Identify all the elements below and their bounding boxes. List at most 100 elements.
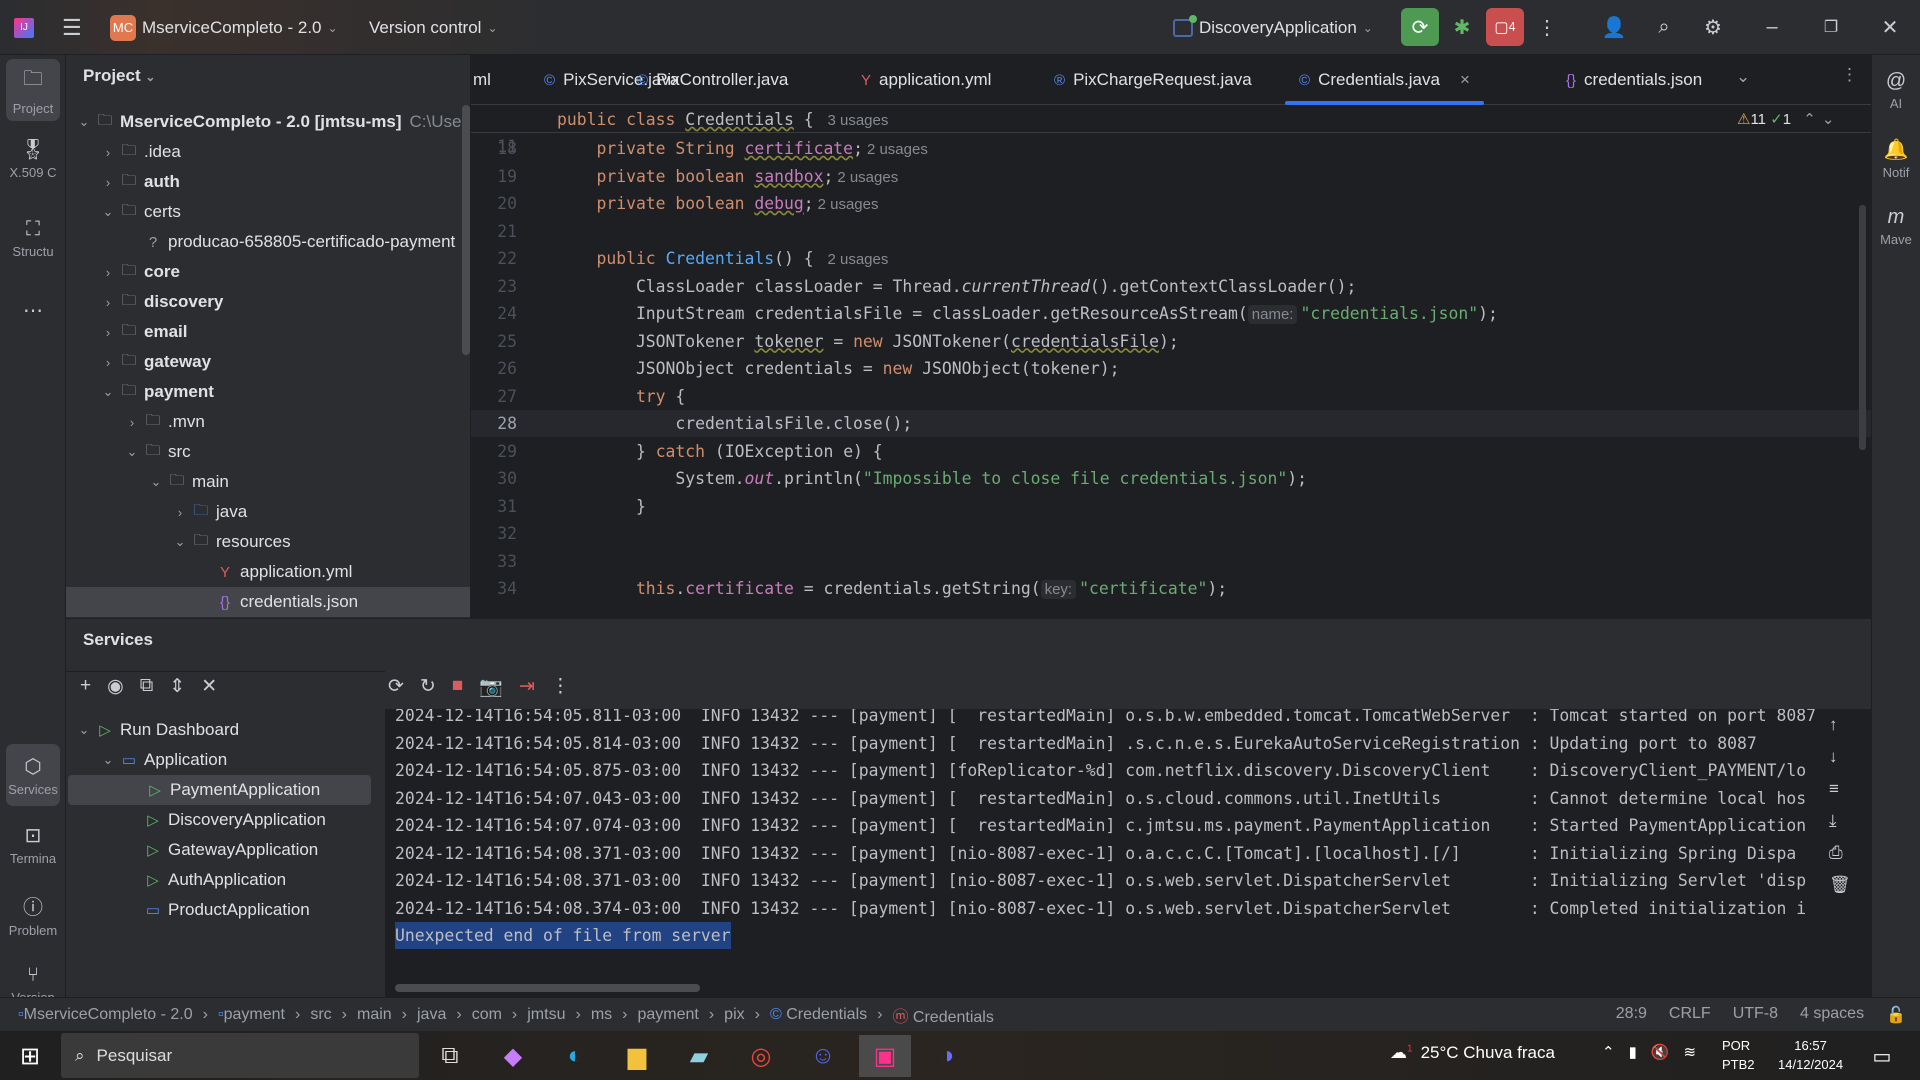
tool-problems-button[interactable]: ⓘ Problem bbox=[6, 883, 60, 945]
breadcrumb-item[interactable]: © Credentials bbox=[770, 1006, 867, 1024]
tab-credentials-json[interactable]: {} credentials.json bbox=[1566, 55, 1702, 105]
ai-assistant-button[interactable]: @ AI bbox=[1872, 59, 1920, 121]
chevron-down-icon[interactable]: ⌄ bbox=[98, 204, 118, 220]
tree-item[interactable]: › 🗀 .mvn bbox=[66, 407, 470, 437]
breadcrumb-item[interactable]: com bbox=[472, 1006, 502, 1024]
chevron-right-icon[interactable]: › bbox=[98, 175, 118, 190]
close-window-button[interactable]: ✕ bbox=[1871, 8, 1909, 46]
scroll-to-end-icon[interactable]: ⤓ bbox=[1829, 811, 1851, 831]
tree-item[interactable]: › 🗀 java bbox=[66, 497, 470, 527]
view-options-eye-icon[interactable]: ◉ bbox=[107, 675, 124, 698]
service-item[interactable]: ▷ AuthApplication bbox=[66, 865, 385, 895]
tool-project-button[interactable]: 🗀 Project bbox=[6, 59, 60, 121]
sticky-line[interactable]: 11 public class Credentials { 3 usages bbox=[471, 106, 1871, 156]
editor-scrollbar[interactable] bbox=[1859, 205, 1866, 450]
more-icon[interactable]: ⋮ bbox=[551, 675, 570, 699]
task-view-icon[interactable]: ⧉ bbox=[424, 1035, 476, 1077]
weather-widget[interactable]: ☁1 25°C Chuva fraca bbox=[1390, 1043, 1555, 1063]
tab-ml[interactable]: ml bbox=[473, 55, 491, 105]
chrome-icon[interactable]: ◎ bbox=[735, 1035, 787, 1077]
tree-item[interactable]: ⌄ 🗀 certs bbox=[66, 197, 470, 227]
maven-button[interactable]: m Mave bbox=[1872, 195, 1920, 257]
stop-button[interactable]: ▢ 4 bbox=[1486, 8, 1524, 46]
rerun-button[interactable]: ⟳ bbox=[1401, 8, 1439, 46]
breadcrumb-item[interactable]: ▫payment bbox=[218, 1006, 285, 1024]
discord-icon[interactable]: ☺ bbox=[797, 1035, 849, 1077]
edge-icon[interactable]: ◐ bbox=[549, 1035, 601, 1077]
collapse-all-icon[interactable]: ✕ bbox=[201, 675, 217, 698]
chevron-down-icon[interactable]: ⌄ bbox=[98, 752, 118, 768]
code-area[interactable]: 18 private String certificate; 2 usages 19… bbox=[471, 135, 1871, 618]
expand-all-icon[interactable]: ⇕ bbox=[169, 675, 185, 698]
breadcrumb-item[interactable]: ⓜ Credentials bbox=[892, 1003, 993, 1027]
project-scrollbar[interactable] bbox=[462, 105, 470, 355]
scroll-down-icon[interactable]: ↓ bbox=[1829, 747, 1851, 767]
new-group-icon[interactable]: ⧉ bbox=[140, 675, 154, 698]
service-item[interactable]: ▷ GatewayApplication bbox=[66, 835, 385, 865]
minimize-button[interactable]: – bbox=[1753, 8, 1791, 46]
clear-trash-icon[interactable]: 🗑 bbox=[1829, 875, 1851, 895]
tree-item[interactable]: › 🗀 core bbox=[66, 257, 470, 287]
tree-item[interactable]: › 🗀 discovery bbox=[66, 287, 470, 317]
chevron-down-icon[interactable]: ⌄ bbox=[146, 474, 166, 490]
add-service-icon[interactable]: + bbox=[80, 675, 91, 698]
tab-pixchargerequest-java[interactable]: ® PixChargeRequest.java bbox=[1054, 55, 1252, 105]
breadcrumb-item[interactable]: java bbox=[417, 1006, 446, 1024]
chevron-down-icon[interactable]: ⌄ bbox=[122, 444, 142, 460]
exit-icon[interactable]: ⇥ bbox=[519, 675, 535, 699]
breadcrumb-item[interactable]: ms bbox=[591, 1006, 612, 1024]
chevron-right-icon[interactable]: › bbox=[170, 505, 190, 520]
console-h-scrollbar[interactable] bbox=[395, 984, 700, 992]
tree-item[interactable]: {} credentials.json bbox=[66, 587, 470, 617]
input-language[interactable]: POR PTB2 bbox=[1722, 1036, 1755, 1074]
chevron-right-icon[interactable]: › bbox=[98, 295, 118, 310]
service-item[interactable]: ▷ PaymentApplication bbox=[68, 775, 371, 805]
copilot-icon[interactable]: ◆ bbox=[487, 1035, 539, 1077]
intellij-logo-icon[interactable]: IJ bbox=[14, 0, 34, 55]
breadcrumb-item[interactable]: pix bbox=[724, 1006, 744, 1024]
print-icon[interactable]: ⎙ bbox=[1829, 843, 1851, 863]
caret-position[interactable]: 28:9 bbox=[1616, 1005, 1647, 1025]
tree-item[interactable]: › 🗀 email bbox=[66, 317, 470, 347]
notifications-button[interactable]: 🔔 Notif bbox=[1872, 127, 1920, 189]
main-menu-icon[interactable]: ☰ bbox=[62, 0, 82, 55]
breadcrumb-item[interactable]: src bbox=[310, 1006, 331, 1024]
tree-item[interactable]: ? producao-658805-certificado-payment bbox=[66, 227, 470, 257]
breadcrumb-item[interactable]: jmtsu bbox=[527, 1006, 565, 1024]
notes-app-icon[interactable]: ▰ bbox=[673, 1035, 725, 1077]
more-tools-icon[interactable]: ⋯ bbox=[6, 295, 60, 325]
breadcrumb-item[interactable]: ▫MserviceCompleto - 2.0 bbox=[18, 1006, 193, 1024]
service-item[interactable]: ▭ ProductApplication bbox=[66, 895, 385, 925]
search-icon[interactable]: ⌕ bbox=[1645, 8, 1683, 46]
run-config-selector[interactable]: DiscoveryApplication ⌄ bbox=[1173, 0, 1373, 55]
chevron-right-icon[interactable]: › bbox=[122, 415, 142, 430]
intellij-taskbar-icon[interactable]: ▣ bbox=[859, 1035, 911, 1077]
tree-item[interactable]: › 🗀 gateway bbox=[66, 347, 470, 377]
stop-icon[interactable]: ■ bbox=[452, 675, 463, 699]
eclipse-app-icon[interactable]: ◑ bbox=[921, 1035, 973, 1077]
screenshot-icon[interactable]: 📷 bbox=[479, 675, 503, 699]
clock[interactable]: 16:57 14/12/2024 bbox=[1778, 1036, 1843, 1074]
tree-item[interactable]: Yapplication.yml bbox=[66, 557, 470, 587]
rerun-icon[interactable]: ⟳ bbox=[388, 675, 404, 699]
tree-item[interactable]: ⌄ 🗀 src bbox=[66, 437, 470, 467]
file-encoding[interactable]: UTF-8 bbox=[1733, 1005, 1778, 1025]
file-explorer-icon[interactable]: ▆ bbox=[611, 1035, 663, 1077]
tree-item[interactable]: ⌄ 🗀 payment bbox=[66, 377, 470, 407]
project-switcher[interactable]: MC MserviceCompleto - 2.0 ⌄ bbox=[110, 0, 338, 55]
tree-item[interactable]: ⌄ 🗀 main bbox=[66, 467, 470, 497]
service-item[interactable]: ▷ DiscoveryApplication bbox=[66, 805, 385, 835]
service-item[interactable]: ⌄ ▷ Run Dashboard bbox=[66, 715, 385, 745]
console-output[interactable]: 2024-12-14T16:54:05.811-03:00 INFO 13432… bbox=[385, 709, 1871, 998]
version-control-menu[interactable]: Version control ⌄ bbox=[369, 0, 498, 55]
debug-bug-icon[interactable]: ✱ bbox=[1443, 8, 1481, 46]
windows-start-icon[interactable]: ⊞ bbox=[4, 1035, 56, 1077]
tab-credentials-java[interactable]: © Credentials.java × bbox=[1285, 55, 1484, 105]
soft-wrap-icon[interactable]: ≡ bbox=[1829, 779, 1851, 799]
breadcrumb-item[interactable]: main bbox=[357, 1006, 392, 1024]
tab-pixcontroller-java[interactable]: © PixController.java bbox=[637, 55, 788, 105]
tool-x509-button[interactable]: 🎖 X.509 C bbox=[6, 127, 60, 189]
inspection-widget[interactable]: ⚠11 ✓1 ⌃ ⌄ bbox=[1737, 110, 1834, 128]
breadcrumb-item[interactable]: payment bbox=[637, 1006, 698, 1024]
indent-setting[interactable]: 4 spaces bbox=[1800, 1005, 1864, 1025]
